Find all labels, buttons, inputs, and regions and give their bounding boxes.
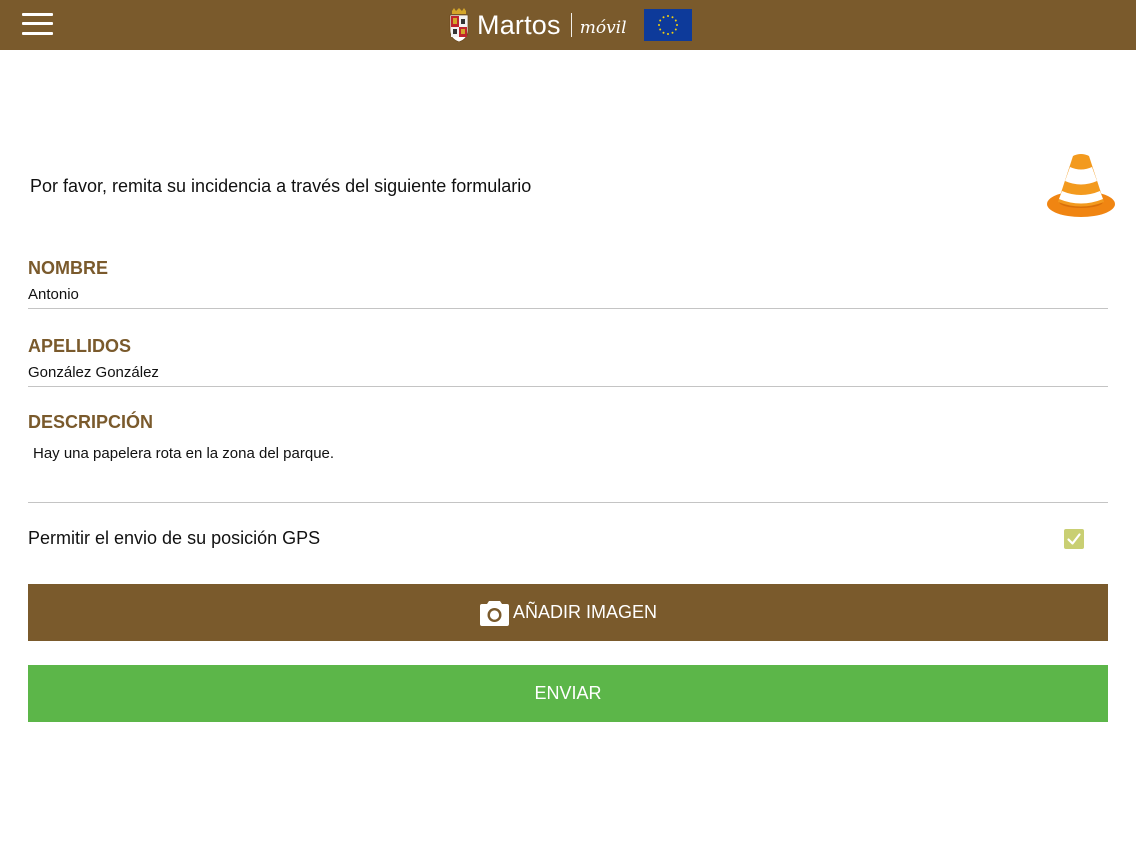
gps-permission-label: Permitir el envio de su posición GPS <box>28 528 321 548</box>
brand-name: Martos <box>477 9 561 40</box>
camera-icon <box>479 600 509 626</box>
brand-logo: Martos móvil <box>448 7 627 43</box>
menu-icon-bar <box>22 13 53 16</box>
brand-separator <box>570 13 572 37</box>
send-button[interactable]: ENVIAR <box>28 665 1108 722</box>
nombre-field[interactable]: Antonio <box>28 286 79 303</box>
apellidos-underline <box>28 386 1108 387</box>
nombre-underline <box>28 308 1108 309</box>
nombre-label: NOMBRE <box>28 258 108 278</box>
apellidos-field[interactable]: González González <box>28 364 159 381</box>
send-label: ENVIAR <box>534 683 602 703</box>
apellidos-label: APELLIDOS <box>28 336 132 356</box>
crest-icon <box>449 8 469 42</box>
descripcion-field[interactable]: Hay una papelera rota en la zona del par… <box>33 445 334 462</box>
checkmark-icon <box>1067 533 1081 545</box>
eu-flag-icon <box>644 9 692 41</box>
add-image-button[interactable]: AÑADIR IMAGEN <box>28 584 1108 641</box>
menu-icon-bar <box>22 22 53 25</box>
gps-permission-checkbox[interactable] <box>1064 529 1084 549</box>
add-image-label: AÑADIR IMAGEN <box>512 602 658 622</box>
brand-subtitle: móvil <box>579 18 627 38</box>
form-intro-text: Por favor, remita su incidencia a través… <box>30 176 532 196</box>
menu-button[interactable] <box>22 11 54 37</box>
descripcion-underline <box>28 502 1108 503</box>
menu-icon-bar <box>22 32 53 35</box>
traffic-cone-icon <box>1047 154 1115 217</box>
descripcion-label: DESCRIPCIÓN <box>28 412 154 432</box>
app-header: Martos móvil <box>0 0 1136 50</box>
